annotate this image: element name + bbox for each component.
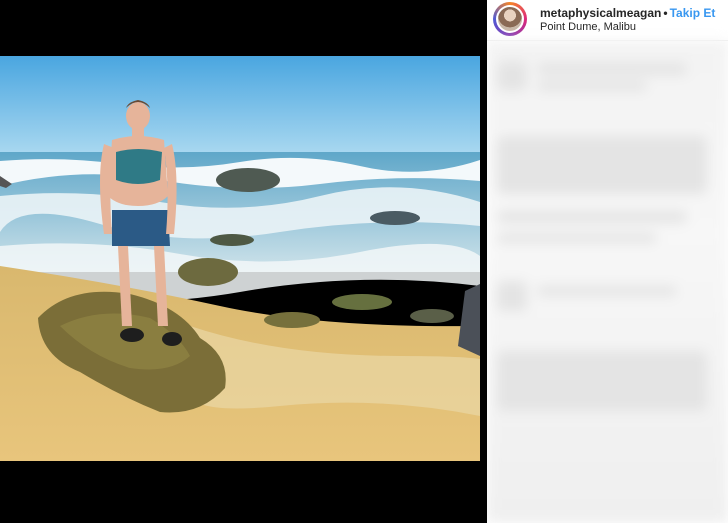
beach-photo-illustration [0,56,480,461]
blur-avatar [497,61,527,91]
blur-block [497,351,707,411]
username-row: metaphysicalmeagan • Takip Et [540,6,715,20]
blur-line [497,233,657,243]
location-link[interactable]: Point Dume, Malibu [540,21,636,33]
post-side-panel: metaphysicalmeagan • Takip Et Point Dume, … [487,0,728,523]
blurred-comments-area [487,41,728,523]
blur-line [497,211,687,223]
story-ring[interactable] [493,2,527,36]
profile-avatar-icon [498,7,522,31]
post-photo[interactable] [0,56,480,461]
media-pane [0,0,480,523]
blur-line [537,286,677,296]
instagram-post-viewer: metaphysicalmeagan • Takip Et Point Dume, … [0,0,728,523]
post-header: metaphysicalmeagan • Takip Et Point Dume, … [487,0,728,41]
blur-block [497,136,707,194]
username-link[interactable]: metaphysicalmeagan [540,6,661,20]
blur-line [537,81,647,91]
separator-dot: • [663,6,668,20]
avatar[interactable] [496,5,524,33]
blur-avatar [497,281,527,311]
blur-line [537,63,687,75]
follow-button[interactable]: Takip Et [670,6,716,20]
